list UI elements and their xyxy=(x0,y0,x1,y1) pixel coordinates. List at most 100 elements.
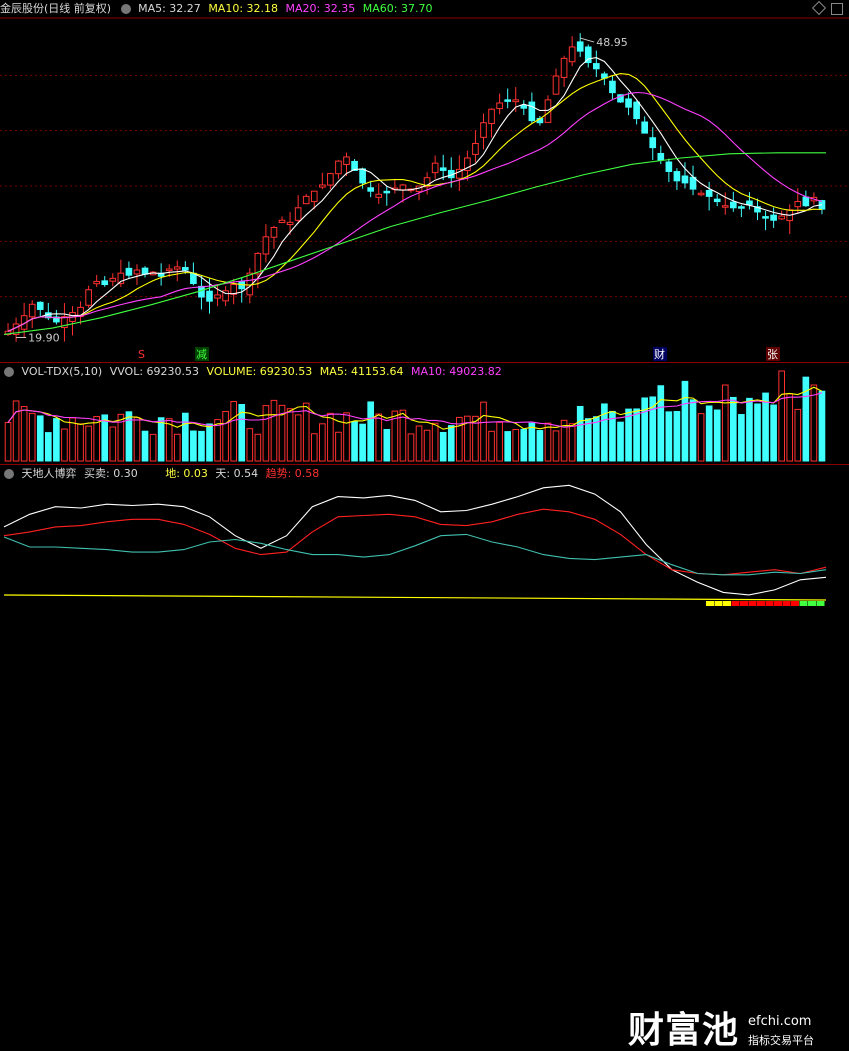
volume-bar xyxy=(230,401,237,462)
candle xyxy=(327,173,334,186)
volume-bar xyxy=(496,421,503,462)
candle xyxy=(109,277,117,282)
volume-bar xyxy=(544,422,552,462)
volume-bar xyxy=(61,428,68,462)
trend-label: 趋势: 0.58 xyxy=(265,467,320,480)
volume-bar xyxy=(246,428,254,462)
volume-bar xyxy=(286,408,294,462)
volume-bar xyxy=(101,414,109,462)
candle xyxy=(633,101,640,120)
candle xyxy=(36,301,44,310)
candle xyxy=(439,167,447,171)
signal-block xyxy=(774,601,782,606)
low-price-label: 19.90 xyxy=(28,331,59,344)
volume-bar xyxy=(512,428,520,462)
candle xyxy=(270,227,278,238)
cyan-line xyxy=(3,533,827,576)
volume-bar xyxy=(447,425,455,462)
candle xyxy=(182,267,189,271)
volume-bar xyxy=(198,430,205,462)
volume-bar xyxy=(633,408,640,462)
signal-block xyxy=(706,601,714,606)
volume-label: VOLUME: 69230.53 xyxy=(206,365,313,378)
marker-s: S xyxy=(138,348,145,361)
volume-bar xyxy=(383,428,391,462)
volume-bar xyxy=(576,405,584,462)
oscillator-pane[interactable]: 天地人博弈 买卖: 0.30 地: 0.03 天: 0.54 趋势: 0.58 … xyxy=(0,464,849,1050)
volume-bar xyxy=(343,412,350,462)
volume-bar xyxy=(810,384,818,462)
settings-icon[interactable] xyxy=(120,4,131,14)
candle xyxy=(762,216,769,219)
settings-icon[interactable] xyxy=(4,469,14,479)
ma10-line xyxy=(7,73,823,332)
signal-block xyxy=(799,601,808,606)
candle xyxy=(713,198,721,203)
volume-bar xyxy=(85,425,92,462)
candle xyxy=(278,219,286,224)
candle xyxy=(641,121,648,134)
volume-bar xyxy=(520,428,528,462)
settings-icon[interactable] xyxy=(4,367,14,377)
ma60-line xyxy=(3,152,826,335)
oscillator-header: 天地人博弈 买卖: 0.30 地: 0.03 天: 0.54 趋势: 0.58 xyxy=(0,465,323,483)
marker-cai: 财 xyxy=(654,347,665,361)
volume-bar xyxy=(375,413,383,462)
candle xyxy=(480,122,487,138)
candle xyxy=(657,152,665,161)
candle xyxy=(367,187,374,192)
candle xyxy=(254,252,262,275)
candle xyxy=(206,290,213,302)
volume-bar xyxy=(665,411,673,462)
volume-bar xyxy=(77,423,84,462)
price-pane[interactable]: 48.95 19.90 S 减 财 张 金辰股份(日线 前复权) MA5: 32.27 M… xyxy=(0,0,849,362)
candle xyxy=(528,101,536,122)
stock-title[interactable]: 金辰股份(日线 前复权) xyxy=(0,2,111,15)
volume-bar xyxy=(673,411,681,462)
price-chart: 48.95 19.90 S 减 财 张 xyxy=(0,17,849,361)
trend-line xyxy=(3,508,827,576)
volume-bar xyxy=(133,417,141,462)
signal-block xyxy=(723,601,731,606)
volume-bar xyxy=(713,409,721,462)
volume-bar xyxy=(270,399,278,462)
signal-block xyxy=(740,601,748,606)
candle xyxy=(375,193,383,198)
candle xyxy=(214,294,221,299)
candle xyxy=(165,268,173,272)
maximize-icon[interactable] xyxy=(831,3,843,15)
vol-indicator-name[interactable]: VOL-TDX(5,10) xyxy=(22,365,103,378)
candle xyxy=(28,303,36,318)
osc-indicator-name[interactable]: 天地人博弈 xyxy=(22,467,77,480)
candle xyxy=(568,46,576,63)
candle xyxy=(721,205,729,208)
volume-bar xyxy=(617,421,624,462)
candle xyxy=(625,98,632,108)
signal-block xyxy=(765,601,774,606)
volume-bar xyxy=(4,422,12,462)
signal-block xyxy=(782,601,791,606)
signal-block xyxy=(748,601,757,606)
candle xyxy=(802,196,810,207)
candle xyxy=(319,184,326,188)
marker-jian: 减 xyxy=(196,348,207,361)
oscillator-chart xyxy=(3,484,827,606)
volume-bar xyxy=(157,417,165,462)
vvol-label: VVOL: 69230.53 xyxy=(109,365,200,378)
candle xyxy=(770,214,777,221)
volume-bar xyxy=(28,412,36,462)
volume-bar xyxy=(182,412,189,462)
signal-block xyxy=(731,601,740,606)
candle xyxy=(262,236,270,255)
volume-bar xyxy=(786,393,794,462)
candle xyxy=(512,99,520,103)
candle xyxy=(504,99,511,102)
candle xyxy=(141,267,149,275)
candle xyxy=(609,80,616,94)
candle xyxy=(335,160,342,175)
candle xyxy=(738,206,745,209)
volume-bar xyxy=(359,423,366,462)
volume-bar xyxy=(754,403,761,462)
volume-pane[interactable]: VOL-TDX(5,10) VVOL: 69230.53 VOLUME: 692… xyxy=(0,362,849,465)
candle xyxy=(593,63,600,70)
